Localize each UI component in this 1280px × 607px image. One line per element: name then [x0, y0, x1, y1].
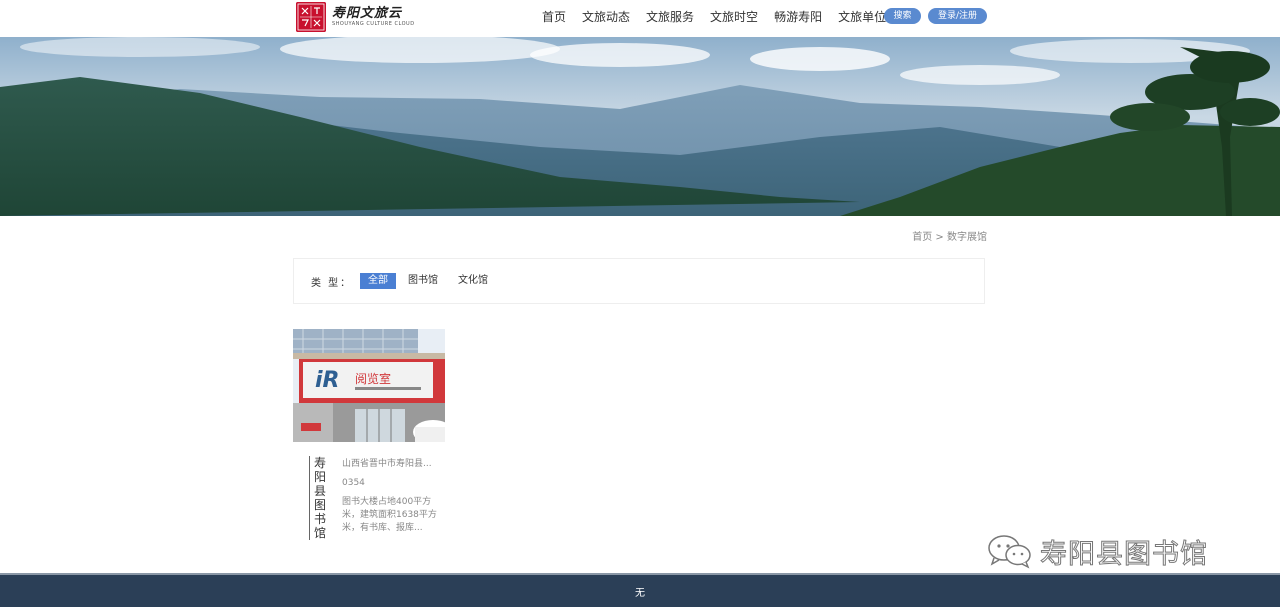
- nav-item-spacetime[interactable]: 文旅时空: [710, 8, 758, 25]
- breadcrumb-current: 数字展馆: [947, 232, 987, 243]
- site-footer: 无: [0, 573, 1280, 607]
- login-register-button[interactable]: 登录/注册: [928, 8, 987, 24]
- nav-item-tour[interactable]: 畅游寿阳: [774, 8, 822, 25]
- watermark-text: 寿阳县图书馆: [1040, 538, 1208, 570]
- search-button[interactable]: 搜索: [884, 8, 921, 24]
- nav-item-news[interactable]: 文旅动态: [582, 8, 630, 25]
- nav-item-home[interactable]: 首页: [542, 8, 566, 25]
- filter-option-library[interactable]: 图书馆: [408, 273, 438, 289]
- site-logo[interactable]: 寿阳文旅云 SHOUYANG CULTURE CLOUD: [296, 2, 415, 32]
- filter-label: 类 型：: [311, 278, 353, 289]
- nav-item-services[interactable]: 文旅服务: [646, 8, 694, 25]
- wechat-icon: [988, 535, 1031, 569]
- venue-phone: 0354: [342, 478, 365, 488]
- venue-photo: iR 阅览室: [293, 329, 445, 442]
- logo-seal-icon: [296, 2, 326, 32]
- logo-subtitle: SHOUYANG CULTURE CLOUD: [332, 21, 415, 27]
- filter-option-culture-center[interactable]: 文化馆: [458, 273, 488, 289]
- breadcrumb-home[interactable]: 首页: [912, 232, 932, 243]
- nav-item-units[interactable]: 文旅单位: [838, 8, 886, 25]
- breadcrumb-separator: >: [935, 232, 944, 243]
- venue-photo-sign: 阅览室: [355, 371, 391, 386]
- banner-image: [0, 37, 1280, 216]
- svg-text:iR: iR: [315, 368, 339, 393]
- main-nav: 首页 文旅动态 文旅服务 文旅时空 畅游寿阳 文旅单位: [536, 0, 902, 32]
- venue-title[interactable]: 寿阳县图书馆: [309, 456, 330, 540]
- logo-title: 寿阳文旅云: [332, 6, 403, 21]
- venue-description: 图书大楼占地400平方米，建筑面积1638平方米，有书库、报库...: [342, 497, 437, 533]
- wechat-watermark: 寿阳县图书馆: [986, 532, 1208, 570]
- filter-option-all[interactable]: 全部: [360, 273, 396, 289]
- site-header: 寿阳文旅云 SHOUYANG CULTURE CLOUD 首页 文旅动态 文旅服…: [0, 0, 1280, 36]
- type-filter-bar: 类 型： 全部 图书馆 文化馆: [293, 258, 985, 304]
- venue-address: 山西省晋中市寿阳县...: [342, 459, 432, 469]
- breadcrumb: 首页 > 数字展馆: [912, 228, 987, 243]
- venue-card[interactable]: iR 阅览室 寿阳县图书馆 山西省晋中市寿阳县... 0354 图书大楼占地40…: [293, 329, 445, 540]
- footer-text: 无: [635, 588, 645, 599]
